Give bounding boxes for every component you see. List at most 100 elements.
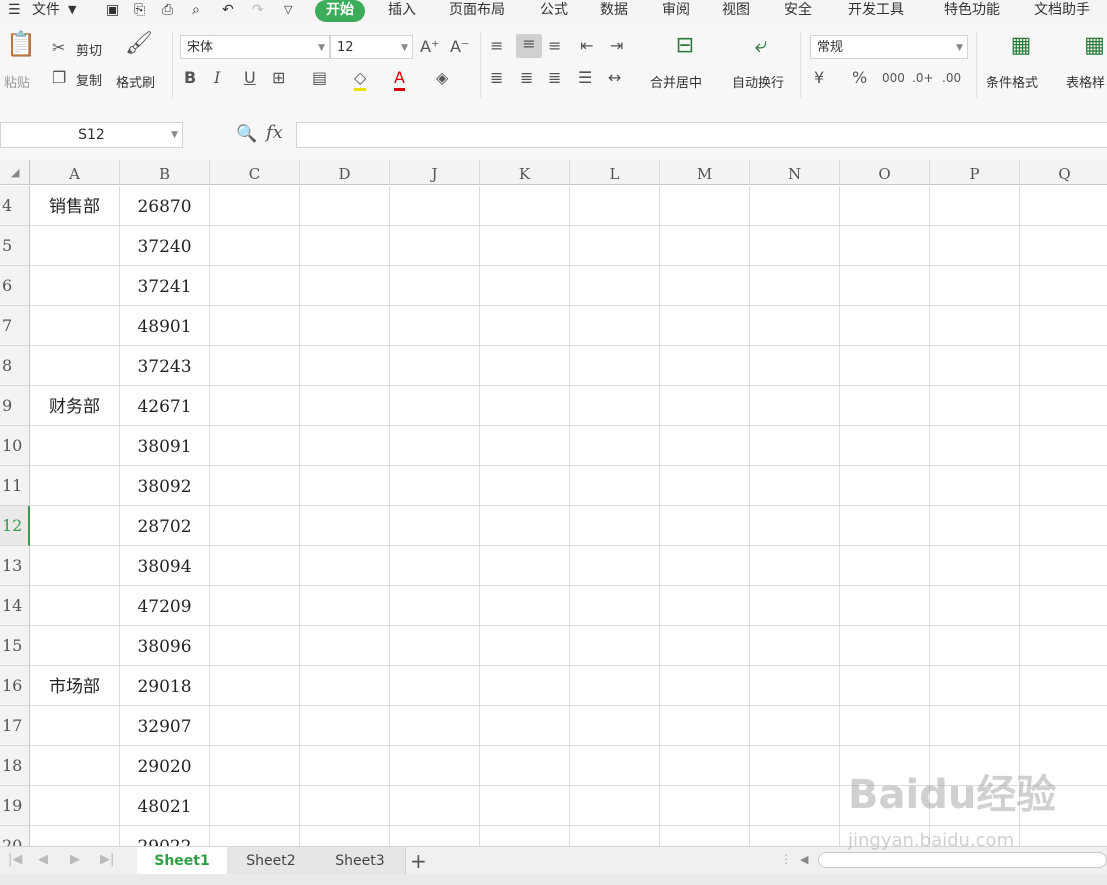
underline-icon[interactable]: U <box>244 68 256 88</box>
cell-K10[interactable] <box>480 426 570 466</box>
row-header[interactable]: 11 <box>0 466 30 506</box>
sheet-tab-3[interactable]: Sheet3 <box>315 847 406 875</box>
cell-P11[interactable] <box>930 466 1020 506</box>
cell-B11[interactable]: 38092 <box>120 466 210 506</box>
formula-input[interactable] <box>296 122 1107 148</box>
cell-M14[interactable] <box>660 586 750 626</box>
cell-D11[interactable] <box>300 466 390 506</box>
increase-font-icon[interactable]: A⁺ <box>420 37 439 57</box>
cell-L4[interactable] <box>570 186 660 226</box>
align-bottom-icon[interactable]: ≡ <box>548 36 561 56</box>
cell-N6[interactable] <box>750 266 840 306</box>
cell-J6[interactable] <box>390 266 480 306</box>
cell-D13[interactable] <box>300 546 390 586</box>
cell-Q12[interactable] <box>1020 506 1107 546</box>
conditional-format-icon[interactable]: ▦ <box>1006 35 1036 57</box>
cell-C18[interactable] <box>210 746 300 786</box>
cell-B13[interactable]: 38094 <box>120 546 210 586</box>
column-header-J[interactable]: J <box>390 160 480 185</box>
cell-O13[interactable] <box>840 546 930 586</box>
cell-Q13[interactable] <box>1020 546 1107 586</box>
cell-B8[interactable]: 37243 <box>120 346 210 386</box>
cell-M16[interactable] <box>660 666 750 706</box>
cell-P14[interactable] <box>930 586 1020 626</box>
cell-L12[interactable] <box>570 506 660 546</box>
distribute-icon[interactable]: ↔ <box>608 68 621 88</box>
row-header[interactable]: 9 <box>0 386 30 426</box>
cell-N12[interactable] <box>750 506 840 546</box>
name-box[interactable]: S12 ▼ <box>0 122 183 148</box>
print-preview-icon[interactable]: ⌕ <box>192 0 200 22</box>
cell-D15[interactable] <box>300 626 390 666</box>
cell-Q20[interactable] <box>1020 826 1107 846</box>
decrease-font-icon[interactable]: A⁻ <box>450 37 469 57</box>
cell-P15[interactable] <box>930 626 1020 666</box>
tab-data[interactable]: 数据 <box>600 0 628 22</box>
cell-O14[interactable] <box>840 586 930 626</box>
column-header-M[interactable]: M <box>660 160 750 185</box>
tab-review[interactable]: 审阅 <box>662 0 690 22</box>
cell-N15[interactable] <box>750 626 840 666</box>
cell-J7[interactable] <box>390 306 480 346</box>
tab-split-handle[interactable]: ⋮ <box>780 852 792 866</box>
cell-N4[interactable] <box>750 186 840 226</box>
cell-P6[interactable] <box>930 266 1020 306</box>
cell-K4[interactable] <box>480 186 570 226</box>
customize-icon[interactable]: ▽ <box>284 0 292 22</box>
cell-C5[interactable] <box>210 226 300 266</box>
row-header[interactable]: 8 <box>0 346 30 386</box>
cell-N19[interactable] <box>750 786 840 826</box>
cell-A18[interactable] <box>30 746 120 786</box>
cell-N13[interactable] <box>750 546 840 586</box>
cell-O10[interactable] <box>840 426 930 466</box>
cell-M19[interactable] <box>660 786 750 826</box>
cell-D4[interactable] <box>300 186 390 226</box>
cell-A11[interactable] <box>30 466 120 506</box>
cell-L13[interactable] <box>570 546 660 586</box>
cell-P17[interactable] <box>930 706 1020 746</box>
paste-icon[interactable]: 📋 <box>6 32 36 56</box>
cell-M13[interactable] <box>660 546 750 586</box>
cell-Q15[interactable] <box>1020 626 1107 666</box>
row-header[interactable]: 13 <box>0 546 30 586</box>
table-style-icon[interactable]: ▦ <box>1082 36 1107 56</box>
cell-O4[interactable] <box>840 186 930 226</box>
cell-M5[interactable] <box>660 226 750 266</box>
cell-O17[interactable] <box>840 706 930 746</box>
cell-C19[interactable] <box>210 786 300 826</box>
tab-view[interactable]: 视图 <box>722 0 750 22</box>
cell-K13[interactable] <box>480 546 570 586</box>
cell-P16[interactable] <box>930 666 1020 706</box>
cell-M18[interactable] <box>660 746 750 786</box>
cell-D18[interactable] <box>300 746 390 786</box>
row-header[interactable]: 12 <box>0 506 30 546</box>
cell-P12[interactable] <box>930 506 1020 546</box>
export-icon[interactable]: ⎘ <box>134 0 145 22</box>
row-header[interactable]: 17 <box>0 706 30 746</box>
menu-file[interactable]: 文件 <box>32 0 60 22</box>
cell-L17[interactable] <box>570 706 660 746</box>
cell-A13[interactable] <box>30 546 120 586</box>
cell-A15[interactable] <box>30 626 120 666</box>
column-header-Q[interactable]: Q <box>1020 160 1107 185</box>
cell-K11[interactable] <box>480 466 570 506</box>
row-header[interactable]: 20 <box>0 826 30 846</box>
align-top-icon[interactable]: ≡ <box>490 36 503 56</box>
cell-C13[interactable] <box>210 546 300 586</box>
cell-A12[interactable] <box>30 506 120 546</box>
cell-L20[interactable] <box>570 826 660 846</box>
percent-icon[interactable]: % <box>852 68 867 88</box>
cell-M4[interactable] <box>660 186 750 226</box>
cell-Q7[interactable] <box>1020 306 1107 346</box>
cell-D14[interactable] <box>300 586 390 626</box>
cell-O8[interactable] <box>840 346 930 386</box>
cell-P7[interactable] <box>930 306 1020 346</box>
cell-K9[interactable] <box>480 386 570 426</box>
add-sheet-button[interactable]: + <box>410 849 427 873</box>
row-header[interactable]: 7 <box>0 306 30 346</box>
cell-B14[interactable]: 47209 <box>120 586 210 626</box>
cell-O11[interactable] <box>840 466 930 506</box>
copy-button[interactable]: 复制 <box>76 70 102 89</box>
cell-C15[interactable] <box>210 626 300 666</box>
justify-icon[interactable]: ☰ <box>578 68 592 88</box>
